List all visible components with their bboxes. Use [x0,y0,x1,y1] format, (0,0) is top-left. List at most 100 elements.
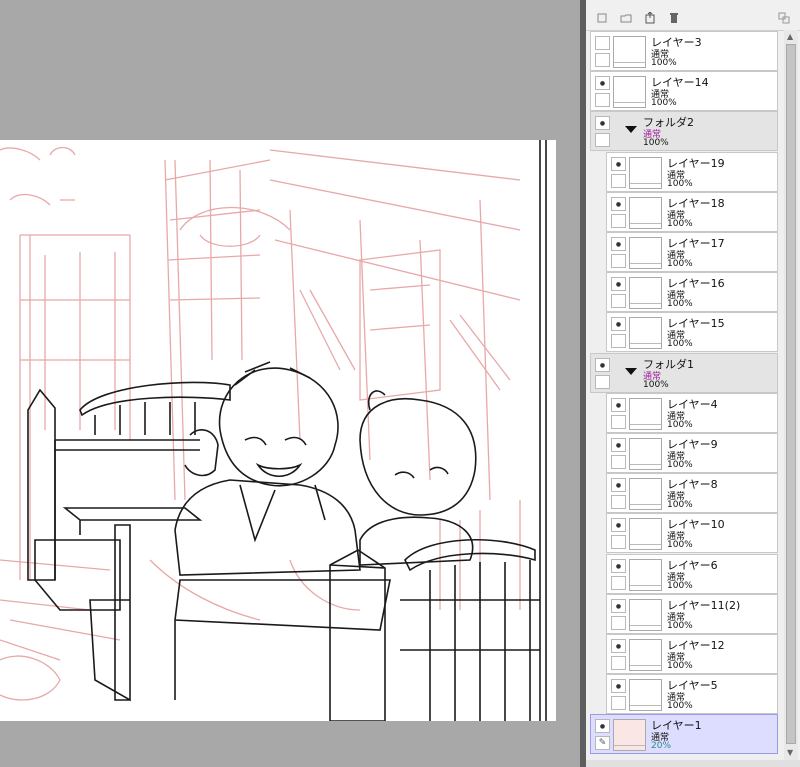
lock-toggle[interactable] [611,254,626,268]
eye-icon: ● [599,80,606,88]
visibility-toggle[interactable]: ● [611,277,626,292]
eye-icon: ● [615,643,622,650]
layer-row[interactable]: ● レイヤー15 通常 100% [606,312,778,353]
visibility-toggle[interactable]: ● [611,518,626,533]
trash-icon[interactable] [668,9,680,23]
layers-toolbar [586,0,800,31]
eye-icon: ● [615,683,622,691]
layer-folder-row[interactable]: ● フォルダ1 通常 100% [590,352,778,393]
lock-toggle[interactable] [595,93,610,108]
visibility-toggle[interactable]: ● [611,679,626,694]
layer-opacity: 20% [651,741,672,752]
new-layer-icon[interactable] [596,9,608,23]
layer-opacity: 100% [667,580,693,591]
visibility-toggle[interactable]: ● [611,196,626,211]
layer-thumbnail [629,317,662,350]
lock-toggle[interactable] [611,173,626,188]
eye-icon: ● [615,321,622,329]
layer-opacity: 100% [667,178,693,189]
layers-scrollbar[interactable]: ▲ ▼ [784,30,798,760]
layer-row[interactable]: ● レイヤー12 通常 100% [606,634,778,674]
lock-toggle[interactable] [611,535,626,550]
layer-thumbnail [629,237,662,269]
eye-icon: ● [599,361,606,369]
lock-toggle[interactable] [611,213,626,228]
layer-row[interactable]: ● レイヤー9 通常 100% [606,433,778,473]
sketch-illustration [0,140,547,722]
visibility-toggle[interactable]: ● [611,237,626,251]
eye-icon: ● [615,442,622,449]
visibility-toggle[interactable]: ● [611,478,626,493]
visibility-toggle[interactable]: ● [611,317,626,332]
layer-row[interactable]: ● レイヤー5 通常 100% [606,674,778,715]
lock-toggle[interactable] [611,696,626,711]
new-folder-icon[interactable] [620,9,632,23]
horizontal-scrollbar[interactable] [586,760,800,767]
folder-collapse-icon[interactable] [625,126,637,134]
layer-row[interactable]: ● レイヤー19 通常 100% [606,151,778,192]
layer-row[interactable]: ● レイヤー16 通常 100% [606,272,778,313]
visibility-toggle[interactable]: ● [611,598,626,613]
layer-opacity: 100% [667,540,693,551]
lock-toggle[interactable] [611,455,626,469]
layer-thumbnail [629,397,662,430]
scroll-down-icon[interactable]: ▼ [787,748,793,757]
layer-row[interactable]: ● レイヤー14 通常 100% [590,71,778,112]
scroll-thumb[interactable] [786,44,796,744]
lock-toggle[interactable] [611,414,626,429]
layers-panel: レイヤー3 通常 100% ● レイヤー14 通常 100% ● フォルダ2 通常 100% ● レイヤ… [586,0,800,767]
lock-toggle[interactable] [611,615,626,630]
eye-icon: ● [615,482,622,490]
eye-icon: ● [599,120,606,128]
layer-row[interactable]: ● レイヤー18 通常 100% [606,191,778,232]
layer-row[interactable]: ● レイヤー4 通常 100% [606,392,778,433]
visibility-toggle[interactable] [595,36,610,50]
layer-folder-row[interactable]: ● フォルダ2 通常 100% [590,111,778,152]
lock-toggle[interactable] [595,53,610,67]
eye-icon: ● [615,160,622,168]
layer-row[interactable]: ● レイヤー17 通常 100% [606,232,778,272]
scroll-up-icon[interactable]: ▲ [787,32,793,41]
layer-opacity: 100% [643,138,669,149]
lock-toggle[interactable] [611,575,626,590]
folder-collapse-icon[interactable] [625,367,637,375]
visibility-toggle[interactable]: ● [611,639,626,653]
layer-thumbnail [629,558,662,591]
layer-thumbnail [629,518,662,551]
visibility-toggle[interactable]: ● [595,719,610,734]
layer-opacity: 100% [667,339,693,350]
layer-row[interactable]: レイヤー3 通常 100% [590,31,778,71]
visibility-toggle[interactable]: ● [611,558,626,573]
visibility-toggle[interactable]: ● [611,438,626,452]
merge-layer-icon[interactable] [778,9,790,24]
layer-opacity: 100% [667,259,693,269]
layer-opacity: 100% [667,701,693,712]
layer-row[interactable]: ● レイヤー8 通常 100% [606,473,778,514]
lock-toggle[interactable] [595,374,610,389]
layer-row[interactable]: ● ✎ レイヤー1 通常 20% [590,714,778,755]
visibility-toggle[interactable]: ● [611,156,626,171]
canvas-area[interactable] [0,0,580,767]
visibility-toggle[interactable]: ● [595,357,610,372]
lock-toggle[interactable] [611,294,626,309]
eye-icon: ● [615,522,622,530]
lock-toggle[interactable] [595,133,610,148]
layer-row[interactable]: ● レイヤー11(2) 通常 100% [606,593,778,634]
visibility-toggle[interactable]: ● [611,397,626,412]
layer-row[interactable]: ● レイヤー6 通常 100% [606,553,778,594]
lock-toggle[interactable] [611,334,626,349]
visibility-toggle[interactable]: ● [595,116,610,131]
layer-opacity: 100% [651,98,677,109]
layer-list: レイヤー3 通常 100% ● レイヤー14 通常 100% ● フォルダ2 通常 100% ● レイヤ… [586,30,782,760]
drawing-canvas[interactable] [0,140,556,722]
lock-toggle[interactable] [611,495,626,510]
lock-toggle[interactable] [611,656,626,670]
pencil-icon: ✎ [598,738,607,749]
layer-row[interactable]: ● レイヤー10 通常 100% [606,513,778,554]
layer-opacity: 100% [667,661,693,671]
layer-thumbnail [629,598,662,631]
visibility-toggle[interactable]: ● [595,76,610,91]
lock-toggle[interactable]: ✎ [595,736,610,751]
layer-thumbnail [613,76,646,109]
export-layer-icon[interactable] [644,9,656,24]
